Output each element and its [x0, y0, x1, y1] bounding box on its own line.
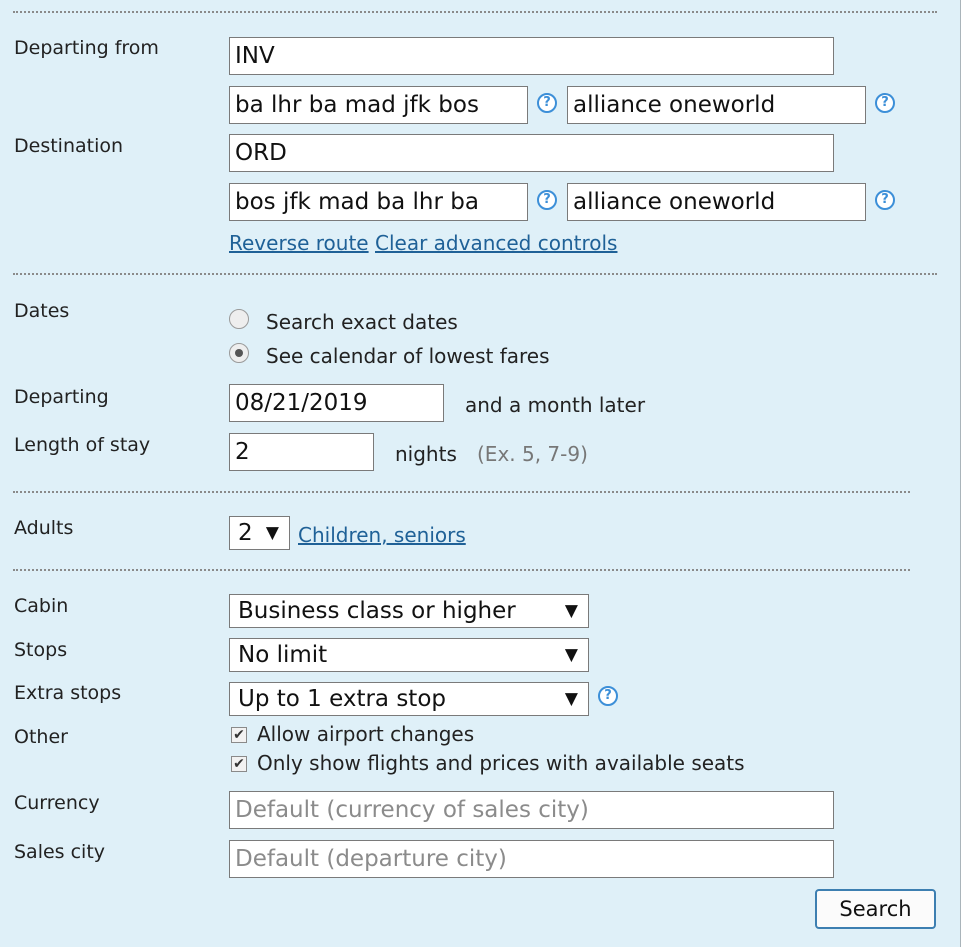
cabin-label: Cabin: [14, 595, 69, 617]
return-extension-help-icon[interactable]: ?: [875, 190, 895, 210]
adults-selected-value: 2: [238, 520, 253, 546]
stops-label: Stops: [14, 639, 68, 661]
radio-selected-dot: [235, 349, 243, 357]
separator-top: [13, 11, 937, 13]
adults-label: Adults: [14, 517, 74, 539]
stops-select[interactable]: No limit ▼: [229, 638, 589, 672]
sales-city-label: Sales city: [14, 841, 106, 863]
extra-stops-selected-value: Up to 1 extra stop: [238, 686, 446, 712]
nights-label: nights: [395, 442, 457, 466]
currency-input[interactable]: Default (currency of sales city): [229, 791, 834, 829]
chevron-down-icon: ▼: [564, 689, 578, 709]
separator-dates: [13, 491, 910, 493]
departing-date-input[interactable]: 08/21/2019: [229, 384, 444, 422]
outbound-extension-input[interactable]: alliance oneworld: [567, 86, 866, 124]
outbound-routing-input[interactable]: ba lhr ba mad jfk bos: [229, 86, 528, 124]
allow-airport-changes-checkbox[interactable]: ✔: [231, 727, 247, 743]
departing-label: Departing: [14, 386, 109, 408]
clear-advanced-controls-link[interactable]: Clear advanced controls: [375, 231, 617, 255]
length-of-stay-input[interactable]: 2: [229, 433, 374, 471]
exact-dates-radio[interactable]: [229, 309, 249, 329]
calendar-label[interactable]: See calendar of lowest fares: [266, 344, 550, 368]
cabin-selected-value: Business class or higher: [238, 598, 516, 624]
return-routing-help-icon[interactable]: ?: [537, 190, 557, 210]
exact-dates-label[interactable]: Search exact dates: [266, 310, 458, 334]
separator-passengers: [13, 569, 910, 571]
stops-selected-value: No limit: [238, 642, 328, 668]
cabin-select[interactable]: Business class or higher ▼: [229, 594, 589, 628]
return-extension-input[interactable]: alliance oneworld: [567, 183, 866, 221]
outbound-routing-help-icon[interactable]: ?: [537, 93, 557, 113]
stay-hint: (Ex. 5, 7-9): [477, 442, 588, 466]
return-routing-input[interactable]: bos jfk mad ba lhr ba: [229, 183, 528, 221]
destination-input[interactable]: ORD: [229, 134, 834, 172]
origin-input[interactable]: INV: [229, 37, 834, 75]
page-margin: [961, 0, 966, 947]
departing-from-label: Departing from: [14, 37, 159, 59]
chevron-down-icon: ▼: [564, 601, 578, 621]
extra-stops-select[interactable]: Up to 1 extra stop ▼: [229, 682, 589, 716]
sales-city-input[interactable]: Default (departure city): [229, 840, 834, 878]
outbound-extension-help-icon[interactable]: ?: [875, 93, 895, 113]
currency-label: Currency: [14, 792, 100, 814]
destination-label: Destination: [14, 135, 124, 157]
departing-suffix: and a month later: [465, 393, 646, 417]
children-seniors-link[interactable]: Children, seniors: [298, 523, 466, 547]
available-seats-checkbox[interactable]: ✔: [231, 756, 247, 772]
separator-route: [13, 273, 937, 275]
length-of-stay-label: Length of stay: [14, 434, 151, 456]
other-label: Other: [14, 726, 68, 748]
available-seats-label[interactable]: Only show flights and prices with availa…: [257, 751, 745, 775]
dates-label: Dates: [14, 300, 70, 322]
calendar-radio[interactable]: [229, 343, 249, 363]
extra-stops-help-icon[interactable]: ?: [598, 686, 618, 706]
chevron-down-icon: ▼: [564, 645, 578, 665]
extra-stops-label: Extra stops: [14, 682, 122, 704]
reverse-route-link[interactable]: Reverse route: [229, 231, 369, 255]
chevron-down-icon: ▼: [265, 523, 279, 543]
adults-select[interactable]: 2 ▼: [229, 516, 290, 550]
search-button[interactable]: Search: [815, 889, 936, 929]
allow-airport-changes-label[interactable]: Allow airport changes: [257, 722, 474, 746]
